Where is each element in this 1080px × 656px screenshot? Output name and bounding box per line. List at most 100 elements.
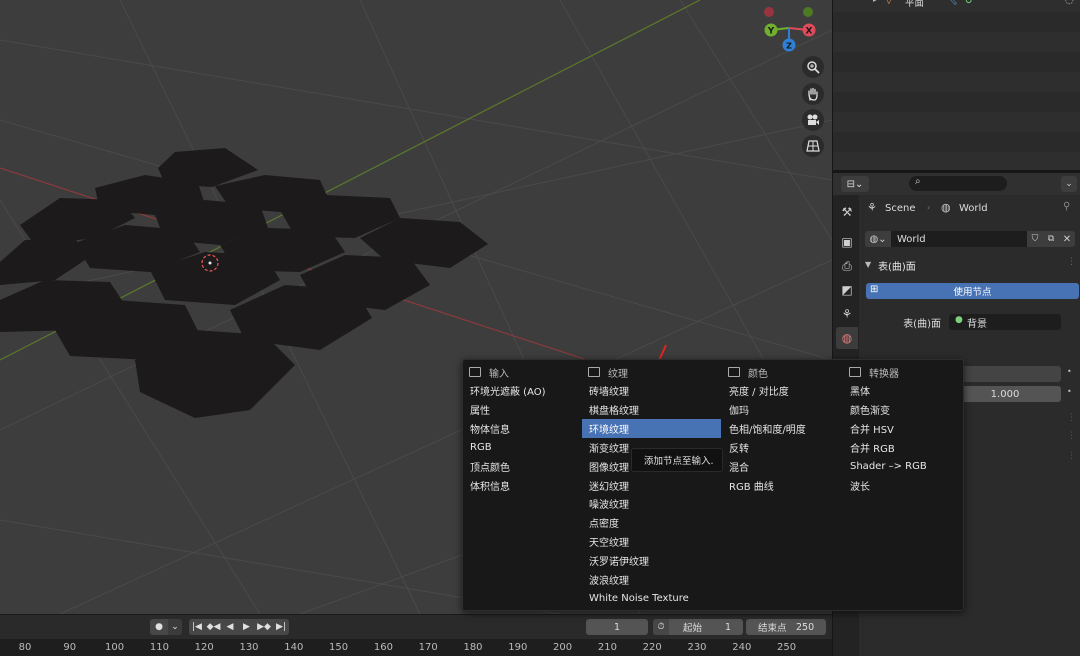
- menu-item[interactable]: 天空纹理: [582, 532, 721, 551]
- timeline-tick: 90: [63, 642, 77, 653]
- world-tab-icon[interactable]: ◍: [836, 327, 858, 349]
- output-tab-icon[interactable]: ⎙: [836, 255, 858, 277]
- chevron-down-icon[interactable]: ⌄: [168, 619, 182, 635]
- menu-item[interactable]: 沃罗诺伊纹理: [582, 551, 721, 570]
- world-browse-icon[interactable]: ◍⌄: [865, 231, 891, 247]
- fake-user-icon[interactable]: ⛉: [1027, 231, 1043, 247]
- search-icon: ⌕: [915, 176, 921, 187]
- menu-item[interactable]: 砖墙纹理: [582, 381, 721, 400]
- menu-item[interactable]: 物体信息: [463, 419, 582, 438]
- scene-tab-icon[interactable]: ⚘: [836, 303, 858, 325]
- surface-shader-value: 背景: [967, 318, 987, 330]
- end-value: 250: [796, 621, 815, 633]
- timeline-tick: 250: [777, 642, 797, 653]
- menu-item[interactable]: Shader –> RGB: [843, 457, 965, 476]
- menu-item[interactable]: 合并 RGB: [843, 438, 965, 457]
- strength-field[interactable]: ● 1.000: [949, 386, 1061, 402]
- surface-shader-field[interactable]: ● 背景: [949, 314, 1061, 330]
- menu-item[interactable]: 环境光遮蔽 (AO): [463, 381, 582, 400]
- scene-icon: ⚘: [867, 201, 877, 214]
- end-frame-field[interactable]: 结束点 250: [746, 619, 826, 635]
- menu-item[interactable]: 合并 HSV: [843, 419, 965, 438]
- menu-header-converter: 转换器: [849, 365, 899, 380]
- grid-icon[interactable]: [802, 135, 824, 157]
- menu-item[interactable]: 棋盘格纹理: [582, 400, 721, 419]
- modifier-icon[interactable]: 🔧︎: [945, 0, 958, 6]
- menu-item[interactable]: 混合: [722, 457, 843, 476]
- menu-item[interactable]: 属性: [463, 400, 582, 419]
- use-nodes-button[interactable]: ⊞ 使用节点: [866, 283, 1079, 299]
- jump-end-icon[interactable]: ▶|: [273, 619, 289, 635]
- pin-icon[interactable]: ⚲: [1063, 201, 1070, 212]
- breadcrumb-world[interactable]: World: [959, 203, 988, 214]
- menu-item[interactable]: RGB: [463, 438, 582, 457]
- camera-icon[interactable]: [802, 109, 824, 131]
- view-layer-tab-icon[interactable]: ◩: [836, 279, 858, 301]
- play-icon[interactable]: ▶: [238, 619, 255, 635]
- menu-item[interactable]: RGB 曲线: [722, 476, 843, 495]
- timeline-tick: 140: [284, 642, 304, 653]
- menu-item[interactable]: 反转: [722, 438, 843, 457]
- current-frame-value: 1: [613, 621, 621, 633]
- use-nodes-label: 使用节点: [953, 287, 992, 298]
- zoom-icon[interactable]: [802, 56, 824, 78]
- properties-header: ⊟⌄ ⌕ ⌄: [833, 173, 1080, 195]
- navigation-gizmo[interactable]: Y X Z: [758, 0, 822, 56]
- category-icon: [588, 367, 600, 377]
- outliner-row[interactable]: ▸ ▽ 平面 🔧︎ ♁ ◌: [833, 0, 1080, 12]
- options-chevron-icon[interactable]: ⌄: [1061, 176, 1077, 192]
- editor-type-icon[interactable]: ⊟⌄: [841, 176, 869, 192]
- world-name-field[interactable]: World: [891, 231, 1027, 247]
- menu-header-label: 转换器: [869, 368, 899, 380]
- next-keyframe-icon[interactable]: ▶◆: [255, 619, 273, 635]
- breadcrumb-scene[interactable]: Scene: [885, 203, 916, 214]
- menu-item[interactable]: 顶点颜色: [463, 457, 582, 476]
- timeline-tick: 180: [463, 642, 483, 653]
- duplicate-icon[interactable]: ⧉: [1043, 231, 1059, 247]
- keyframe-record-icon[interactable]: ●: [150, 619, 168, 635]
- jump-start-icon[interactable]: |◀: [189, 619, 205, 635]
- surface-panel-title[interactable]: 表(曲)面: [878, 258, 916, 273]
- menu-item[interactable]: White Noise Texture: [582, 589, 721, 608]
- start-frame-field[interactable]: 起始 1: [669, 619, 743, 635]
- material-icon[interactable]: ♁: [965, 0, 972, 6]
- stopwatch-icon[interactable]: ⏱: [653, 619, 669, 635]
- color-field[interactable]: ●: [949, 366, 1061, 382]
- menu-item[interactable]: 环境纹理: [582, 418, 721, 438]
- panel-collapse-icon[interactable]: ▼: [865, 260, 871, 269]
- search-input[interactable]: ⌕: [909, 176, 1007, 191]
- hand-icon[interactable]: [802, 83, 824, 105]
- expand-arrow-icon[interactable]: ▸: [873, 0, 878, 5]
- timeline-ruler[interactable]: 80 90 100 110 120 130 140 150 160 170 180 190 200 210…: [0, 639, 832, 656]
- panel-drag-icon[interactable]: ⋮⋮: [1067, 257, 1080, 267]
- add-node-menu[interactable]: 输入 环境光遮蔽 (AO) 属性 物体信息 RGB 顶点颜色 体积信息 纹理 砖墙纹理 棋盘格纹理…: [462, 359, 964, 611]
- timeline-editor[interactable]: ● ⌄ |◀ ◆◀ ◀ ▶ ▶◆ ▶| 1 ⏱ 起始 1 结束点 250 80 9…: [0, 614, 832, 656]
- panel-drag-icon-3: ⋮⋮: [1067, 431, 1080, 441]
- keyframe-dot-icon[interactable]: •: [1067, 367, 1072, 376]
- menu-item[interactable]: 迷幻纹理: [582, 476, 721, 495]
- unlink-icon[interactable]: ✕: [1059, 231, 1075, 247]
- current-frame-field[interactable]: 1: [586, 619, 648, 635]
- menu-item[interactable]: 伽玛: [722, 400, 843, 419]
- render-tab-icon[interactable]: ▣: [836, 231, 858, 253]
- menu-item[interactable]: 波长: [843, 476, 965, 495]
- menu-item[interactable]: 黑体: [843, 381, 965, 400]
- timeline-tick: 160: [373, 642, 393, 653]
- menu-column-color: 颜色 亮度 / 对比度 伽玛 色相/饱和度/明度 反转 混合 RGB 曲线: [722, 360, 843, 612]
- outliner[interactable]: ▸ ▽ 平面 🔧︎ ♁ ◌: [832, 0, 1080, 172]
- menu-item[interactable]: 波浪纹理: [582, 570, 721, 589]
- prev-keyframe-icon[interactable]: ◆◀: [205, 619, 222, 635]
- play-reverse-icon[interactable]: ◀: [222, 619, 238, 635]
- timeline-tick: 150: [329, 642, 349, 653]
- menu-item[interactable]: 体积信息: [463, 476, 582, 495]
- menu-item[interactable]: 色相/饱和度/明度: [722, 419, 843, 438]
- timeline-tick: 170: [418, 642, 438, 653]
- menu-item[interactable]: 颜色渐变: [843, 400, 965, 419]
- visibility-icon[interactable]: ◌: [1065, 0, 1074, 6]
- menu-item[interactable]: 噪波纹理: [582, 494, 721, 513]
- tool-tab-icon[interactable]: ⚒: [836, 201, 858, 223]
- keyframe-dot-icon-2[interactable]: •: [1067, 387, 1072, 396]
- menu-item[interactable]: 亮度 / 对比度: [722, 381, 843, 400]
- menu-item[interactable]: 点密度: [582, 513, 721, 532]
- strength-value: 1.000: [990, 388, 1020, 400]
